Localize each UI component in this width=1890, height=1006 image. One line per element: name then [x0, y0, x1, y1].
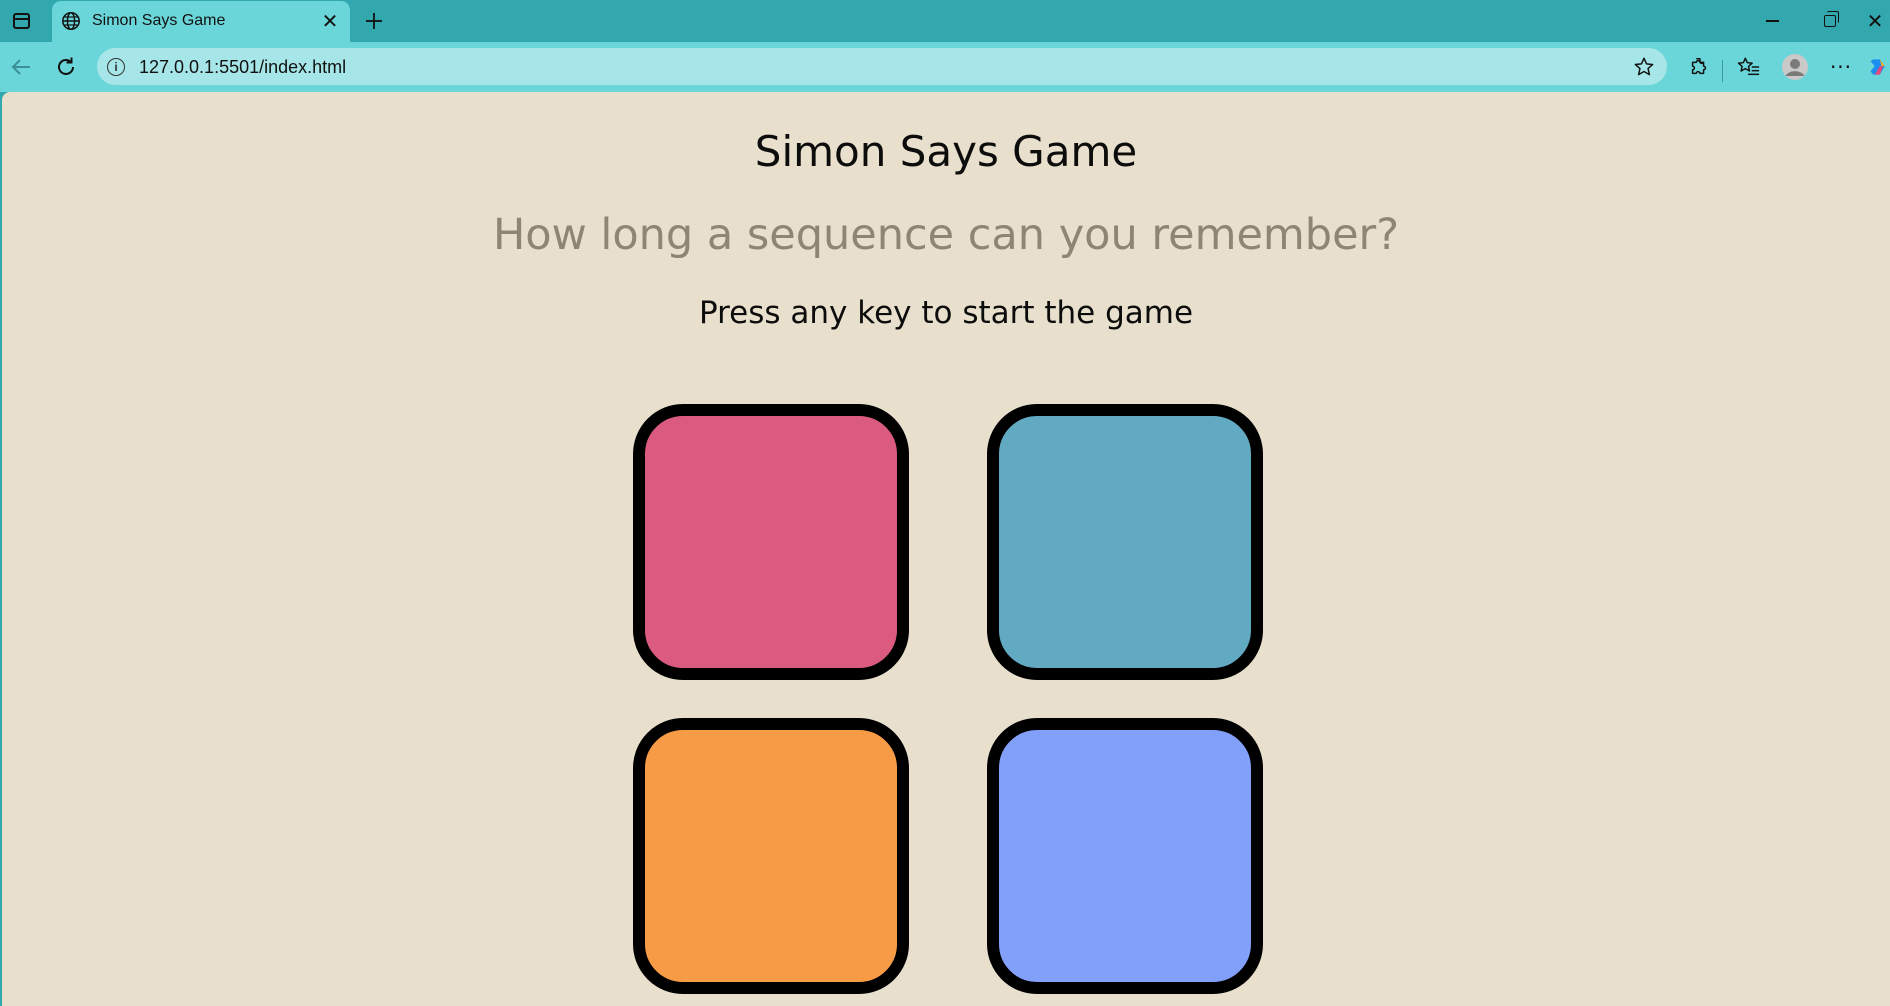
reload-icon	[58, 57, 74, 75]
url-text[interactable]: 127.0.0.1:5501/index.html	[139, 57, 346, 78]
more-icon[interactable]: ···	[1825, 51, 1857, 83]
tab-title: Simon Says Game	[92, 12, 226, 29]
tab-actions-icon[interactable]	[8, 8, 34, 34]
globe-icon	[62, 12, 80, 30]
window-close-icon: ✕	[1866, 9, 1884, 33]
tab-active[interactable]: Simon Says Game ✕	[52, 1, 350, 42]
game-pad-blue[interactable]	[987, 718, 1263, 994]
back-arrow-icon	[11, 59, 30, 75]
minimize-button[interactable]	[1744, 0, 1800, 42]
copilot-icon[interactable]	[1868, 51, 1890, 83]
game-pad-pink[interactable]	[633, 404, 909, 680]
address-bar[interactable]: i 127.0.0.1:5501/index.html	[97, 48, 1667, 85]
restore-button[interactable]	[1802, 0, 1858, 42]
star-icon[interactable]	[1631, 54, 1657, 80]
toolbar-divider	[1722, 60, 1723, 82]
favorites-button[interactable]	[1733, 51, 1765, 83]
info-icon[interactable]: i	[107, 58, 125, 76]
page-title: Simon Says Game	[754, 127, 1138, 176]
start-prompt: Press any key to start the game	[698, 295, 1194, 331]
new-tab-button[interactable]	[360, 7, 388, 35]
plus-icon	[366, 13, 382, 29]
toolbar: i 127.0.0.1:5501/index.html ···	[0, 42, 1890, 92]
back-button[interactable]	[5, 51, 37, 83]
page-subtitle: How long a sequence can you remember?	[492, 210, 1400, 260]
reload-button[interactable]	[50, 51, 82, 83]
page-content: Simon Says Game How long a sequence can …	[2, 92, 1890, 1006]
puzzle-icon	[1691, 58, 1707, 75]
title-bar: Simon Says Game ✕ ✕	[0, 0, 1890, 42]
profile-button[interactable]	[1779, 51, 1811, 83]
game-pad-teal[interactable]	[987, 404, 1263, 680]
favorites-icon	[1737, 57, 1760, 76]
close-icon[interactable]: ✕	[318, 9, 342, 33]
game-pad-orange[interactable]	[633, 718, 909, 994]
minimize-icon	[1765, 20, 1779, 22]
extensions-button[interactable]	[1683, 51, 1715, 83]
profile-icon	[1782, 54, 1808, 80]
window-close-button[interactable]: ✕	[1860, 0, 1890, 42]
restore-icon	[1824, 11, 1839, 27]
